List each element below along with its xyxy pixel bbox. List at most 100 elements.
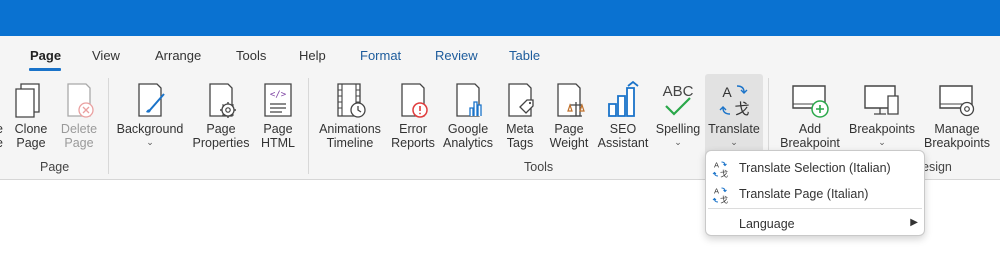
chevron-down-icon: ⌄ xyxy=(878,137,886,147)
chevron-down-icon: ⌄ xyxy=(674,137,682,147)
page-properties-button[interactable]: Page Properties xyxy=(188,74,254,158)
add-breakpoint-label-2: Breakpoint xyxy=(780,136,840,150)
page-html-label-1: Page xyxy=(263,122,293,136)
seo-assistant-label-1: SEO xyxy=(609,122,637,136)
translate-icon: A 戈 xyxy=(719,84,750,118)
google-analytics-label-2: Analytics xyxy=(442,136,494,150)
translate-page-icon: A 戈 xyxy=(712,187,728,205)
error-reports-icon xyxy=(401,83,428,118)
seo-assistant-button[interactable]: SEO Assistant xyxy=(594,74,652,158)
breakpoints-devices-icon xyxy=(864,85,899,115)
delete-page-button[interactable]: Delete Page xyxy=(56,74,102,158)
page-weight-label-2: Weight xyxy=(549,136,589,150)
spelling-button[interactable]: ABC Spelling ⌄ xyxy=(652,74,704,158)
title-bar xyxy=(0,0,1000,36)
background-label: Background xyxy=(116,122,184,136)
chevron-down-icon: ⌄ xyxy=(730,137,738,147)
error-reports-label-1: Error xyxy=(399,122,427,136)
manage-breakpoints-label-2: Breakpoints xyxy=(923,136,990,150)
background-button[interactable]: Background ⌄ xyxy=(112,74,188,158)
translate-dropdown-menu: A 戈 Translate Selection (Italian) A 戈 Tr… xyxy=(705,150,925,236)
translate-button[interactable]: A 戈 Translate ⌄ xyxy=(705,74,763,158)
abc-glyph: ABC xyxy=(663,83,694,100)
submenu-arrow-icon: ▶ xyxy=(910,217,918,228)
chevron-down-icon: ⌄ xyxy=(146,137,154,147)
error-reports-button[interactable]: Error Reports xyxy=(388,74,438,158)
page-group-edge-button[interactable]: e e xyxy=(0,74,8,158)
delete-page-label-2: Page xyxy=(64,136,94,150)
ribbon-separator xyxy=(108,78,109,174)
menu-item-translate-page[interactable]: A 戈 Translate Page (Italian) xyxy=(706,182,924,208)
page-properties-label-1: Page xyxy=(206,122,236,136)
seo-assistant-label-2: Assistant xyxy=(597,136,649,150)
tab-view[interactable]: View xyxy=(92,48,120,63)
clone-page-icon xyxy=(15,83,40,118)
translate-cjk-glyph: 戈 xyxy=(734,100,749,118)
page-weight-label-1: Page xyxy=(554,122,584,136)
edge-label-fragment: e xyxy=(0,122,3,136)
spelling-check-icon: ABC xyxy=(663,83,694,116)
breakpoints-label: Breakpoints xyxy=(848,122,915,136)
clone-page-button[interactable]: Clone Page xyxy=(10,74,52,158)
design-group-label: esign xyxy=(922,160,952,174)
add-breakpoint-monitor-icon xyxy=(792,85,829,118)
add-breakpoint-button[interactable]: Add Breakpoint xyxy=(774,74,846,158)
ribbon-separator xyxy=(308,78,309,174)
clone-page-label-1: Clone xyxy=(14,122,48,136)
animations-timeline-button[interactable]: Animations Timeline xyxy=(314,74,386,158)
meta-tags-button[interactable]: Meta Tags xyxy=(500,74,540,158)
breakpoints-button[interactable]: Breakpoints ⌄ xyxy=(846,74,918,158)
translate-latin-glyph: A xyxy=(722,84,732,100)
manage-breakpoints-label-1: Manage xyxy=(934,122,980,136)
translate-label: Translate xyxy=(708,122,760,136)
page-html-button[interactable]: </> Page HTML xyxy=(256,74,300,158)
delete-page-label-1: Delete xyxy=(60,122,98,136)
page-group-label: Page xyxy=(40,160,70,174)
google-analytics-label-1: Google xyxy=(447,122,489,136)
delete-page-icon xyxy=(67,83,94,118)
page-properties-label-2: Properties xyxy=(192,136,250,150)
tab-tools[interactable]: Tools xyxy=(236,48,266,63)
background-brush-icon xyxy=(138,83,165,117)
seo-bars-icon xyxy=(608,80,639,117)
tab-review[interactable]: Review xyxy=(435,48,478,63)
tab-table[interactable]: Table xyxy=(509,48,540,63)
spelling-label: Spelling xyxy=(655,122,701,136)
translate-page-label: Translate Page (Italian) xyxy=(739,187,869,201)
tab-help[interactable]: Help xyxy=(299,48,326,63)
menu-item-language[interactable]: Language ▶ xyxy=(706,212,924,238)
translate-latin-glyph: A xyxy=(714,187,719,196)
translate-latin-glyph: A xyxy=(714,161,719,170)
tab-format[interactable]: Format xyxy=(360,48,401,63)
html-tag-glyph: </> xyxy=(270,90,287,100)
page-weight-button[interactable]: Page Weight xyxy=(546,74,592,158)
add-breakpoint-label-1: Add xyxy=(798,122,822,136)
edge-label-fragment-2: e xyxy=(0,136,3,150)
scale-icon xyxy=(557,83,585,117)
translate-cjk-glyph: 戈 xyxy=(720,195,728,205)
meta-tag-icon xyxy=(508,83,534,117)
page-properties-gear-icon xyxy=(209,83,236,118)
manage-breakpoints-button[interactable]: Manage Breakpoints xyxy=(920,74,994,158)
active-tab-indicator xyxy=(29,68,61,71)
tab-page[interactable]: Page xyxy=(30,48,61,63)
google-analytics-button[interactable]: Google Analytics xyxy=(440,74,496,158)
animations-timeline-label-2: Timeline xyxy=(326,136,374,150)
translate-selection-label: Translate Selection (Italian) xyxy=(739,161,891,175)
menu-separator xyxy=(708,208,922,209)
page-html-label-2: HTML xyxy=(260,136,296,150)
tools-group-label: Tools xyxy=(524,160,554,174)
analytics-chart-icon xyxy=(456,83,482,117)
animations-timeline-label-1: Animations xyxy=(319,122,381,136)
language-label: Language xyxy=(739,217,795,231)
manage-breakpoints-gear-icon xyxy=(939,85,975,117)
translate-cjk-glyph: 戈 xyxy=(720,169,728,179)
meta-tags-label-2: Tags xyxy=(506,136,534,150)
page-html-icon: </> xyxy=(264,83,292,117)
error-reports-label-2: Reports xyxy=(391,136,435,150)
tab-arrange[interactable]: Arrange xyxy=(155,48,201,63)
ribbon-tabs: Page View Arrange Tools Help Format Revi… xyxy=(0,36,1000,74)
meta-tags-label-1: Meta xyxy=(506,122,534,136)
menu-item-translate-selection[interactable]: A 戈 Translate Selection (Italian) xyxy=(706,156,924,182)
clone-page-label-2: Page xyxy=(16,136,46,150)
